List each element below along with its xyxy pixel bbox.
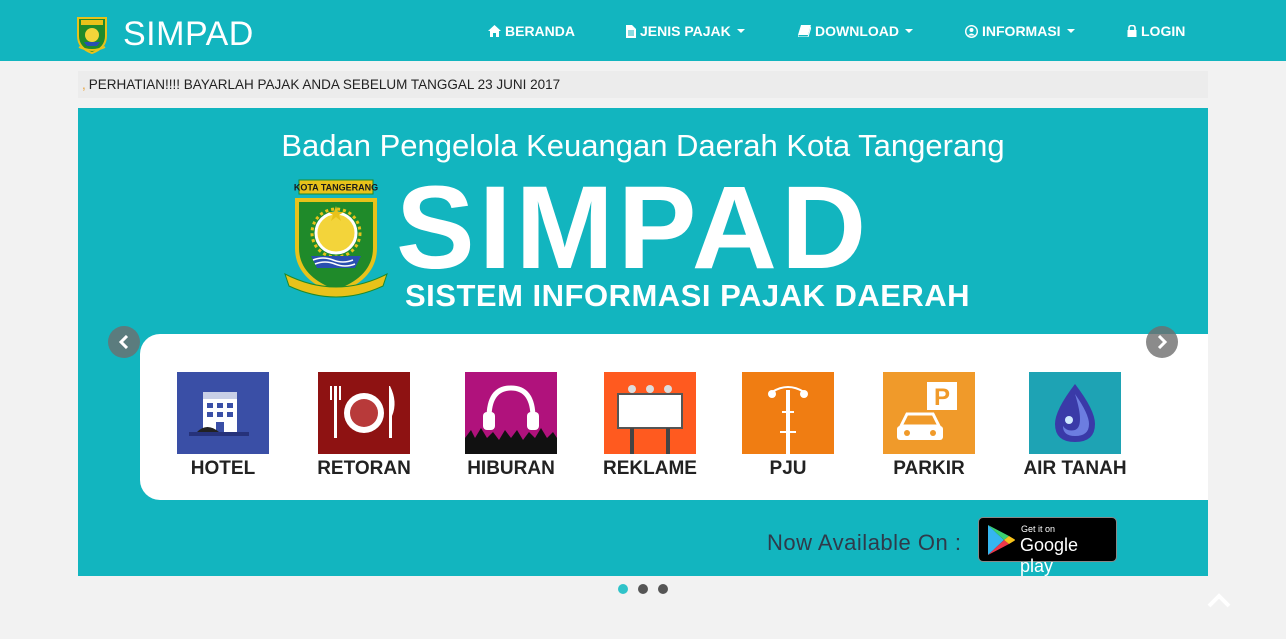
banner-title: Badan Pengelola Keuangan Daerah Kota Tan… [281,128,1005,163]
chevron-down-icon [905,29,913,33]
user-circle-icon [965,24,978,38]
street-light-icon [742,372,834,454]
nav-beranda-label: BERANDA [505,23,575,39]
emblem-top-text: KOTA TANGERANG [294,183,378,193]
home-icon [488,25,501,37]
category-pju-label: PJU [769,458,807,479]
book-icon [798,25,811,37]
nav-beranda[interactable]: BERANDA [488,20,575,42]
category-reklame[interactable]: REKLAME [603,372,697,479]
water-drop-icon [1029,372,1121,454]
chevron-down-icon [736,29,745,33]
carousel-indicators [618,584,668,594]
top-navbar: SIMPAD BERANDA JENIS PAJAK DOWNLOAD INFO… [0,0,1286,61]
restaurant-icon [318,372,410,454]
category-air-tanah-label: AIR TANAH [1023,458,1127,479]
carousel-next-button[interactable] [1146,326,1178,358]
announcement-prefix: , [82,77,86,92]
announcement-text: PERHATIAN!!!! BAYARLAH PAJAK ANDA SEBELU… [88,77,561,92]
carousel-prev-button[interactable] [108,326,140,358]
category-hotel[interactable]: HOTEL [177,372,269,479]
store-small-text: Get it on [1021,524,1056,534]
store-big-text: Google play [1020,535,1079,576]
tax-category-panel: HOTEL RETORAN HIBURAN REKLAME PJU P PARK… [140,334,1208,500]
available-on-text: Now Available On : [767,530,962,555]
category-restoran-label: RETORAN [317,458,411,479]
nav-login[interactable]: LOGIN [1127,20,1185,42]
city-emblem-icon [77,17,107,54]
nav-download-label: DOWNLOAD [815,23,899,39]
carousel-dot-2[interactable] [638,584,648,594]
banner-subtitle: SISTEM INFORMASI PAJAK DAERAH [405,278,971,313]
svg-text:P: P [934,384,950,411]
chevron-left-icon [118,335,129,349]
chevron-down-icon [1066,29,1075,33]
nav-informasi[interactable]: INFORMASI [965,20,1075,42]
nav-informasi-label: INFORMASI [982,23,1061,39]
category-reklame-label: REKLAME [603,458,697,479]
chevron-right-icon [1157,335,1168,349]
scroll-to-top-icon[interactable] [1206,592,1232,610]
category-hotel-label: HOTEL [190,458,256,479]
google-play-icon [988,525,1015,555]
banner-headline: SIMPAD [396,162,871,294]
category-parkir-label: PARKIR [893,458,965,479]
billboard-icon [604,372,696,454]
carousel-dot-1[interactable] [618,584,628,594]
category-pju[interactable]: PJU [742,372,834,479]
nav-login-label: LOGIN [1141,23,1186,39]
file-icon [626,24,636,38]
category-air-tanah[interactable]: AIR TANAH [1023,372,1127,479]
announcement-ticker: , PERHATIAN!!!! BAYARLAH PAJAK ANDA SEBEL… [78,71,1208,98]
lock-icon [1127,25,1137,37]
carousel-dot-3[interactable] [658,584,668,594]
brand[interactable]: SIMPAD [75,14,254,54]
nav-jenis-pajak-label: JENIS PAJAK [640,23,731,39]
category-hiburan-label: HIBURAN [467,458,555,479]
category-parkir[interactable]: P PARKIR [883,372,975,479]
headphones-icon [465,372,557,454]
nav-download[interactable]: DOWNLOAD [798,20,913,42]
city-emblem-icon: KOTA TANGERANG [284,179,388,298]
hero-carousel-slide[interactable]: Badan Pengelola Keuangan Daerah Kota Tan… [78,108,1208,576]
parking-icon: P [883,372,975,454]
category-hiburan[interactable]: HIBURAN [465,372,557,479]
hotel-icon [177,372,269,454]
category-restoran[interactable]: RETORAN [317,372,411,479]
brand-title: SIMPAD [123,15,254,53]
google-play-badge[interactable]: Get it on Google play [978,517,1117,576]
nav-jenis-pajak[interactable]: JENIS PAJAK [626,20,745,42]
